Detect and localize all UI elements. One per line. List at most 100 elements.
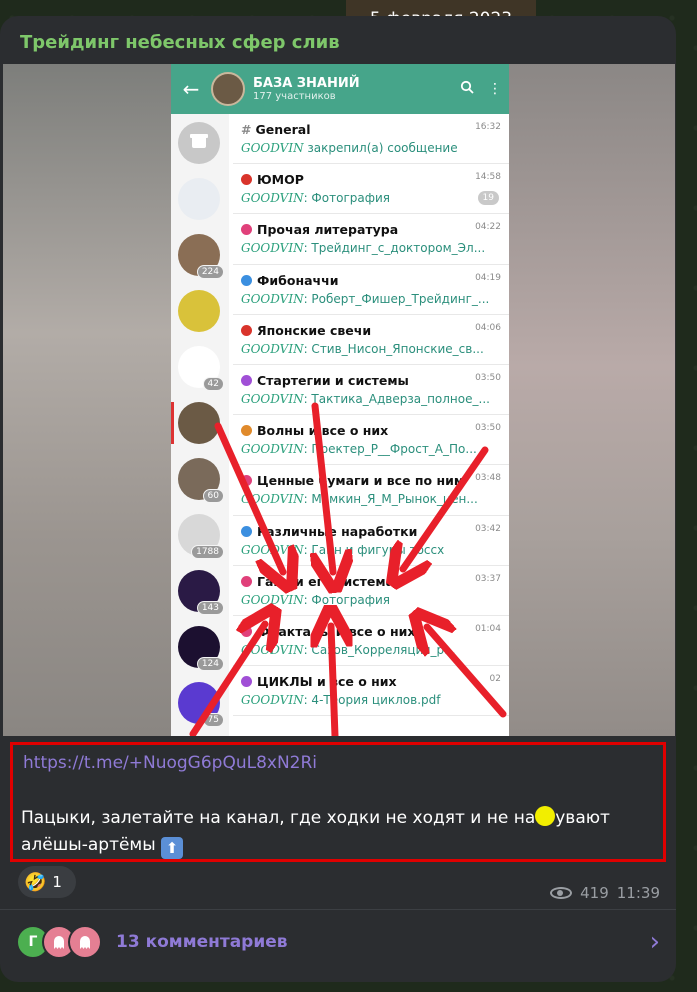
topic-icon bbox=[241, 174, 252, 186]
topic-row: Ганн и его система GOODVIN: Фотография 0… bbox=[233, 566, 509, 616]
topic-author: GOODVIN bbox=[241, 391, 304, 406]
sidebar-avatar bbox=[178, 290, 220, 332]
topic-last-message: GOODVIN: Фотография bbox=[241, 191, 503, 205]
group-title: БАЗА ЗНАНИЙ bbox=[253, 76, 360, 91]
topic-time: 03:50 bbox=[475, 423, 501, 434]
topic-author: GOODVIN bbox=[241, 642, 304, 657]
topic-time: 01:04 bbox=[475, 623, 501, 634]
sidebar-avatar: 60 bbox=[178, 458, 224, 503]
reaction-button[interactable]: 🤣 1 bbox=[18, 866, 76, 898]
sidebar-count: 224 bbox=[196, 265, 224, 279]
reaction-count: 1 bbox=[52, 873, 62, 891]
topic-name: Ганн и его система bbox=[241, 574, 503, 589]
topic-time: 02 bbox=[489, 674, 501, 685]
topic-time: 03:50 bbox=[475, 372, 501, 383]
topic-last-message: GOODVIN закрепил(а) сообщение bbox=[241, 141, 503, 155]
sidebar-avatar: 143 bbox=[178, 570, 224, 615]
topic-author: GOODVIN bbox=[241, 141, 304, 155]
topic-row: Фракталы и все о них GOODVIN: Сазов_Корр… bbox=[233, 616, 509, 667]
topic-message-text: : 4-Теория циклов.pdf bbox=[303, 693, 441, 708]
topic-name-text: Волны и все о них bbox=[257, 423, 389, 439]
divider bbox=[0, 909, 676, 910]
topic-name: Волны и все о них bbox=[241, 423, 503, 438]
sidebar-count: 1788 bbox=[191, 545, 224, 559]
topic-name-text: Прочая литература bbox=[257, 222, 399, 238]
topic-author: GOODVIN bbox=[241, 442, 304, 457]
topic-name-text: Ценные бумаги и все по ним bbox=[257, 473, 465, 489]
eye-icon bbox=[550, 887, 573, 899]
topic-name-text: Ганн и его система bbox=[257, 573, 395, 589]
topic-author: GOODVIN bbox=[241, 492, 304, 507]
topic-icon bbox=[241, 425, 252, 437]
topic-icon bbox=[241, 575, 252, 587]
topic-icon bbox=[241, 224, 252, 236]
topic-icon bbox=[241, 475, 252, 487]
topic-author: GOODVIN bbox=[241, 241, 304, 256]
channel-name[interactable]: Трейдинг небесных сфер слив bbox=[20, 32, 340, 53]
more-vert-icon: ⋮ bbox=[488, 81, 502, 97]
topic-message-text: : Сазов_Корреляция_р... bbox=[303, 642, 456, 657]
phone-screenshot: ← БАЗА ЗНАНИЙ 177 участников ⋮ 224 42 60… bbox=[171, 64, 509, 736]
active-indicator bbox=[171, 402, 174, 444]
topic-name-text: ЮМОР bbox=[257, 172, 304, 188]
invite-link[interactable]: https://t.me/+NuogG6pQuL8xN2Ri bbox=[23, 753, 317, 773]
photo-blur-right bbox=[505, 64, 675, 736]
comments-button[interactable]: Г 13 комментариев › bbox=[16, 922, 660, 962]
topic-last-message: GOODVIN: Фотография bbox=[241, 593, 503, 607]
search-icon bbox=[453, 80, 481, 98]
topic-last-message: GOODVIN: Сазов_Корреляция_р... bbox=[241, 643, 503, 657]
topic-time: 03:48 bbox=[475, 473, 501, 484]
topic-time: 04:19 bbox=[475, 272, 501, 283]
topic-name: Стартегии и системы bbox=[241, 373, 503, 388]
topic-row: # General GOODVIN закрепил(а) сообщение 1… bbox=[233, 114, 509, 165]
topic-row: Фибоначчи GOODVIN: Роберт_Фишер_Трейдинг… bbox=[233, 265, 509, 315]
message-meta: 419 11:39 bbox=[550, 884, 660, 902]
topic-name: Различные наработки bbox=[241, 524, 503, 539]
topic-row: Стартегии и системы GOODVIN: Тактика_Адв… bbox=[233, 365, 509, 416]
topic-message-text: : Мамкин_Я_М_Рынок_цен... bbox=[303, 492, 478, 507]
topic-icon bbox=[241, 324, 252, 336]
group-avatar bbox=[211, 72, 245, 106]
ghost-avatar-icon bbox=[68, 925, 102, 959]
photo-blur-left bbox=[3, 64, 173, 736]
topic-time: 04:06 bbox=[475, 322, 501, 333]
message-time: 11:39 bbox=[616, 884, 660, 902]
topic-last-message: GOODVIN: Пректер_Р__Фрост_А_По... bbox=[241, 442, 503, 456]
topic-badge: 19 bbox=[477, 191, 499, 206]
sidebar-avatar: 224 bbox=[178, 234, 224, 279]
topic-message-text: : Роберт_Фишер_Трейдинг_... bbox=[303, 291, 490, 306]
message-bubble[interactable]: Трейдинг небесных сфер слив ← БАЗА ЗНАНИ… bbox=[0, 16, 676, 982]
topic-author: GOODVIN bbox=[241, 542, 304, 557]
arrow-left-icon: ← bbox=[182, 77, 200, 101]
topic-name: Японские свечи bbox=[241, 323, 503, 338]
topic-row: ЮМОР GOODVIN: Фотография 14:58 19 bbox=[233, 164, 509, 215]
topic-author: GOODVIN bbox=[241, 592, 304, 607]
topic-time: 16:32 bbox=[475, 122, 501, 132]
topic-header: ← БАЗА ЗНАНИЙ 177 участников ⋮ bbox=[171, 64, 509, 114]
topic-row: Волны и все о них GOODVIN: Пректер_Р__Фр… bbox=[233, 415, 509, 466]
topic-message-text: закрепил(а) сообщение bbox=[303, 141, 458, 155]
topic-name-text: ЦИКЛЫ и все о них bbox=[257, 674, 397, 690]
group-subtitle: 177 участников bbox=[253, 91, 336, 102]
topic-name-text: General bbox=[255, 122, 311, 137]
arrow-up-emoji-icon: ⬆ bbox=[161, 837, 184, 859]
topic-name: # General bbox=[241, 122, 503, 137]
topic-list: # General GOODVIN закрепил(а) сообщение 1… bbox=[233, 114, 509, 717]
topic-name: Фракталы и все о них bbox=[241, 624, 503, 639]
topic-name: ЦИКЛЫ и все о них bbox=[241, 674, 503, 689]
sidebar-count: 143 bbox=[196, 601, 224, 615]
topic-icon bbox=[241, 676, 252, 688]
topic-last-message: GOODVIN: Мамкин_Я_М_Рынок_цен... bbox=[241, 492, 503, 506]
topic-row: Различные наработки GOODVIN: Ганн и фигу… bbox=[233, 516, 509, 566]
sidebar-avatar bbox=[178, 178, 220, 220]
topic-message-text: : Ганн и фигуры тоссх bbox=[303, 542, 445, 557]
topic-icon bbox=[241, 625, 252, 637]
topic-time: 14:58 bbox=[475, 172, 501, 183]
topic-last-message: GOODVIN: Тактика_Адверза_полное_... bbox=[241, 392, 503, 406]
topic-author: GOODVIN bbox=[241, 191, 304, 206]
highlighted-message-text: https://t.me/+NuogG6pQuL8xN2Ri Пацыки, з… bbox=[10, 742, 666, 862]
comments-label: 13 комментариев bbox=[116, 932, 288, 952]
topic-message-text: : Фотография bbox=[303, 191, 390, 206]
message-photo[interactable]: ← БАЗА ЗНАНИЙ 177 участников ⋮ 224 42 60… bbox=[3, 64, 675, 736]
sidebar-avatar: 124 bbox=[178, 626, 224, 671]
